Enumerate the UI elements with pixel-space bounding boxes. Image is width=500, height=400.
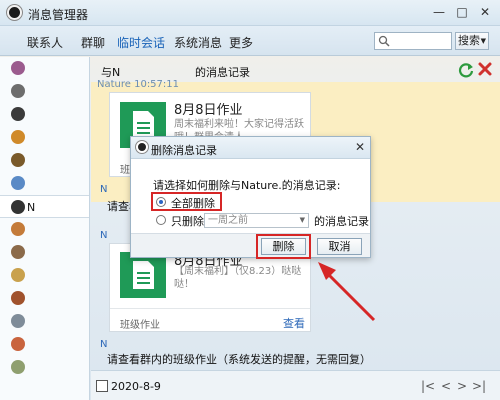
window-title: 消息管理器 bbox=[28, 8, 89, 22]
search-scope-dropdown[interactable]: 搜索 ▼ bbox=[455, 32, 489, 50]
search-icon bbox=[378, 35, 390, 47]
calendar-icon[interactable] bbox=[96, 380, 108, 392]
dialog-close-button[interactable]: ✕ bbox=[355, 140, 365, 154]
avatar bbox=[11, 107, 25, 121]
tab-bar: 联系人 群聊 临时会话 系统消息 更多 搜索 ▼ bbox=[0, 26, 500, 56]
avatar bbox=[11, 268, 25, 282]
delete-records-dialog: 删除消息记录 ✕ 请选择如何删除与Nature.的消息记录: 全部删除 只删除 … bbox=[130, 136, 371, 259]
close-button[interactable]: ✕ bbox=[475, 4, 495, 21]
contact-item[interactable] bbox=[0, 287, 89, 310]
tab-system-messages[interactable]: 系统消息 bbox=[174, 34, 222, 51]
avatar bbox=[11, 176, 25, 190]
avatar bbox=[11, 337, 25, 351]
tab-more[interactable]: 更多 bbox=[229, 34, 253, 51]
contact-list: N bbox=[0, 57, 90, 400]
message-text: 请查看群内的班级作业（系统发送的提醒，无需回复） bbox=[107, 353, 371, 366]
card-subtitle: 【周末福利】（仅8.23）哒哒哒！ bbox=[174, 266, 302, 290]
tab-contacts[interactable]: 联系人 bbox=[27, 34, 63, 51]
bottom-toolbar: 2020-8-9 |< < > >| bbox=[91, 370, 500, 400]
contact-item[interactable] bbox=[0, 57, 89, 80]
first-page-button[interactable]: |< bbox=[421, 379, 435, 393]
message-record-title: 的消息记录 bbox=[195, 66, 250, 79]
dialog-title: 删除消息记录 bbox=[151, 144, 217, 157]
radio-delete-partial[interactable] bbox=[156, 215, 166, 225]
prev-page-button[interactable]: < bbox=[441, 379, 451, 393]
divider bbox=[110, 308, 310, 309]
contact-item[interactable] bbox=[0, 103, 89, 126]
app-logo-icon bbox=[136, 141, 148, 153]
dialog-prompt: 请选择如何删除与Nature.的消息记录: bbox=[153, 179, 341, 192]
card-footer: 班级作业 bbox=[120, 320, 160, 331]
contact-item[interactable] bbox=[0, 126, 89, 149]
document-icon bbox=[120, 252, 166, 298]
contact-item[interactable] bbox=[0, 80, 89, 103]
chevron-down-icon: ▼ bbox=[299, 216, 305, 224]
avatar bbox=[11, 130, 25, 144]
contact-item[interactable] bbox=[0, 218, 89, 241]
search-scope-label: 搜索 bbox=[458, 34, 480, 47]
avatar bbox=[11, 245, 25, 259]
contact-item[interactable] bbox=[0, 264, 89, 287]
contact-item[interactable] bbox=[0, 356, 89, 379]
next-page-button[interactable]: > bbox=[457, 379, 467, 393]
contact-item[interactable] bbox=[0, 333, 89, 356]
avatar bbox=[11, 291, 25, 305]
message-sender: N bbox=[100, 230, 108, 241]
cancel-button[interactable]: 取消 bbox=[317, 238, 362, 255]
avatar bbox=[11, 84, 25, 98]
card-title: 8月8日作业 bbox=[174, 103, 243, 118]
app-logo-icon bbox=[7, 5, 22, 20]
annotation-arrow-icon bbox=[300, 256, 380, 326]
refresh-icon[interactable] bbox=[458, 62, 474, 78]
contact-item[interactable] bbox=[0, 310, 89, 333]
avatar bbox=[11, 314, 25, 328]
avatar bbox=[11, 61, 25, 75]
time-range-value: 一周之前 bbox=[208, 215, 248, 226]
option-partial-label[interactable]: 只删除 bbox=[171, 213, 204, 229]
contact-item[interactable] bbox=[0, 149, 89, 172]
message-sender: Nature 10:57:11 bbox=[97, 79, 180, 90]
delete-icon[interactable] bbox=[477, 61, 493, 77]
minimize-button[interactable]: — bbox=[429, 4, 449, 21]
avatar bbox=[11, 360, 25, 374]
message-sender: N bbox=[100, 339, 108, 350]
title-bar: 消息管理器 — □ ✕ bbox=[0, 0, 500, 26]
conversation-partner: 与N bbox=[101, 66, 121, 79]
maximize-button[interactable]: □ bbox=[452, 4, 472, 21]
message-sender: N bbox=[100, 184, 108, 195]
contact-item[interactable] bbox=[0, 172, 89, 195]
avatar bbox=[11, 200, 25, 214]
avatar bbox=[11, 153, 25, 167]
last-page-button[interactable]: >| bbox=[472, 379, 486, 393]
chevron-down-icon: ▼ bbox=[480, 37, 486, 45]
highlight-box bbox=[151, 192, 222, 211]
contact-name: N bbox=[27, 201, 36, 214]
option-partial-suffix: 的消息记录 bbox=[314, 215, 369, 228]
time-range-select[interactable]: 一周之前 ▼ bbox=[204, 213, 309, 228]
avatar bbox=[11, 222, 25, 236]
search-input[interactable] bbox=[374, 32, 452, 50]
date-label: 2020-8-9 bbox=[111, 380, 161, 393]
dialog-title-bar: 删除消息记录 ✕ bbox=[131, 137, 370, 159]
tab-temp-chats[interactable]: 临时会话 bbox=[117, 34, 165, 51]
tab-groups[interactable]: 群聊 bbox=[81, 34, 105, 51]
contact-item[interactable]: N bbox=[0, 195, 89, 218]
contact-item[interactable] bbox=[0, 241, 89, 264]
